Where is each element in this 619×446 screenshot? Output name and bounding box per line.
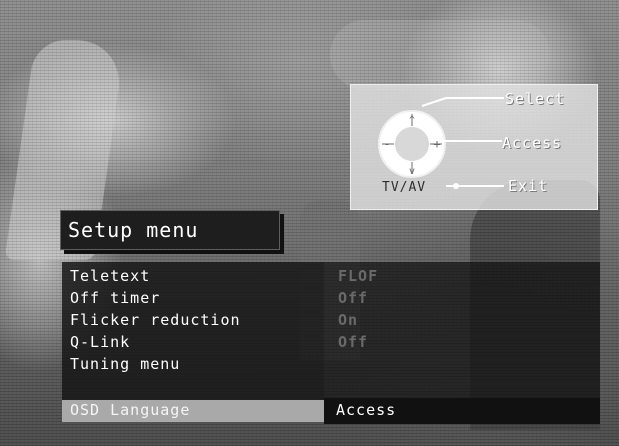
menu-item-flicker-reduction[interactable]: Flicker reduction <box>62 310 324 331</box>
menu-value-q-link: Off <box>338 333 369 351</box>
menu-value-flicker-reduction: On <box>338 311 359 329</box>
menu-item-teletext[interactable]: Teletext <box>62 266 324 287</box>
menu-item-osd-language[interactable]: OSD Language <box>62 400 324 422</box>
tvav-button-label: TV/AV <box>382 180 427 195</box>
background-sky <box>330 20 550 90</box>
menu-title: Setup menu <box>68 218 199 242</box>
menu-value-off-timer: Off <box>338 289 369 307</box>
access-help-label: Access <box>502 134 563 152</box>
menu-item-tuning-menu[interactable]: Tuning menu <box>62 354 324 375</box>
select-help-label: Select <box>505 90 566 108</box>
access-action-label: Access <box>336 401 397 419</box>
menu-value-teletext: FLOF <box>338 267 379 285</box>
exit-help-label: Exit <box>508 177 549 195</box>
menu-item-off-timer[interactable]: Off timer <box>62 288 324 309</box>
menu-item-q-link[interactable]: Q-Link <box>62 332 324 353</box>
